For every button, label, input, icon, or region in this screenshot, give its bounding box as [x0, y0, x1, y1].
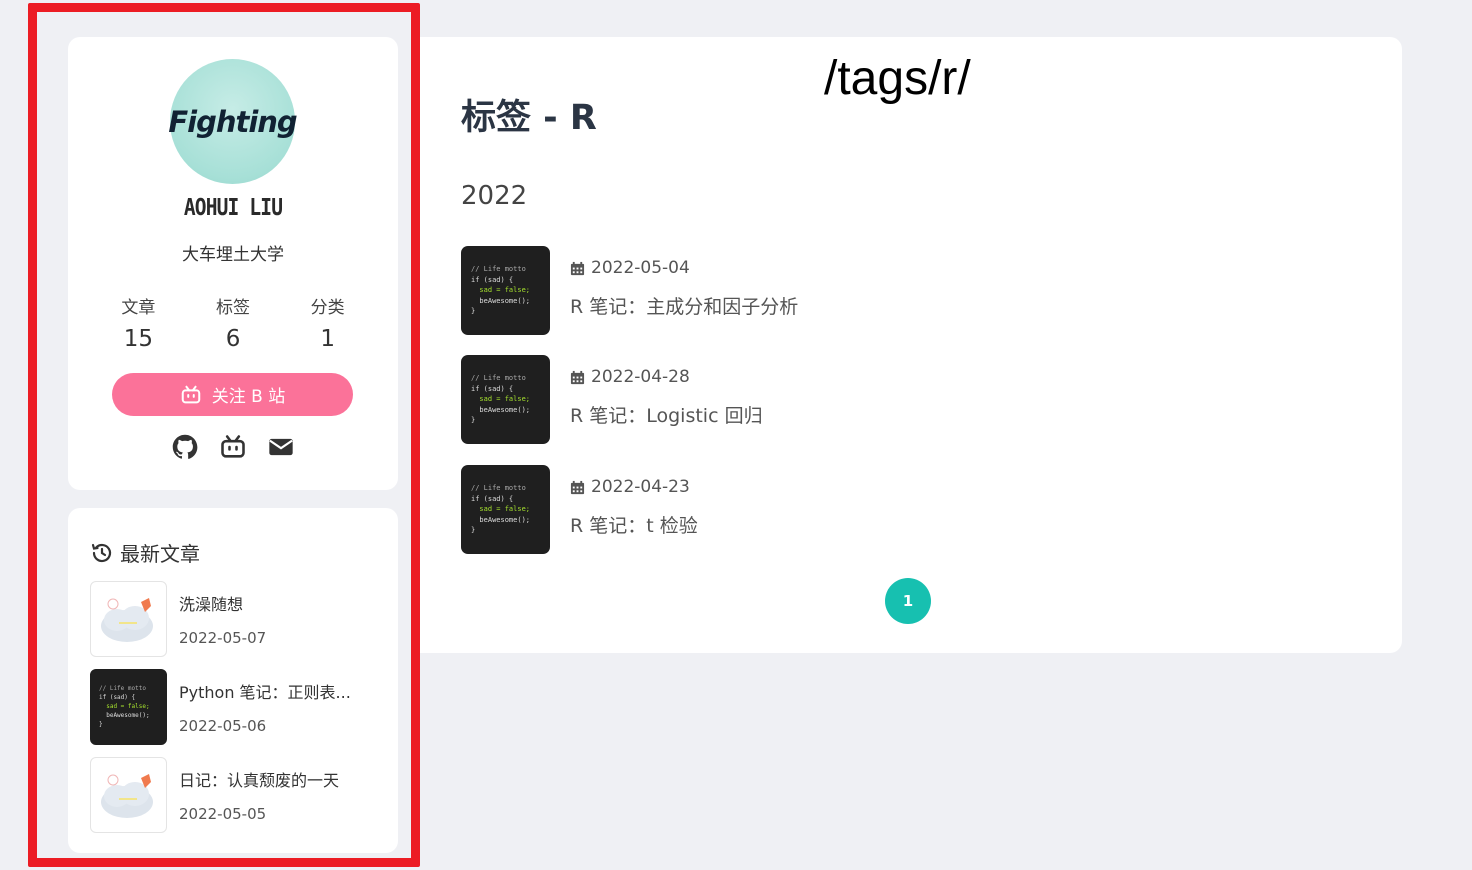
- recent-post-date: 2022-05-06: [179, 717, 267, 735]
- follow-bilibili-button[interactable]: 关注 B 站: [112, 373, 353, 416]
- stats-row: 文章 15 标签 6 分类 1: [91, 293, 375, 352]
- recent-post-date: 2022-05-07: [179, 629, 267, 647]
- stat-categories[interactable]: 分类 1: [280, 293, 375, 352]
- post-title[interactable]: R 笔记：Logistic 回归: [570, 401, 763, 428]
- post-date: 2022-04-28: [570, 367, 763, 387]
- post-thumbnail[interactable]: // Life motto if (sad) { sad = false; be…: [90, 669, 167, 745]
- post-title[interactable]: R 笔记：t 检验: [570, 511, 698, 538]
- post-date-text: 2022-04-23: [591, 477, 690, 497]
- author-name: AOHUI LIU: [183, 195, 283, 221]
- stat-label: 标签: [216, 298, 250, 318]
- post-date-text: 2022-05-04: [591, 258, 690, 278]
- stat-articles[interactable]: 文章 15: [91, 293, 186, 352]
- recent-post-title[interactable]: 洗澡随想: [179, 591, 369, 615]
- recent-post-title[interactable]: Python 笔记：正则表...: [179, 679, 369, 703]
- stat-tags[interactable]: 标签 6: [186, 293, 281, 352]
- post-thumbnail[interactable]: // Life motto if (sad) { sad = false; be…: [461, 465, 550, 554]
- recent-post-item[interactable]: 日记：认真颓废的一天 2022-05-05: [90, 757, 390, 833]
- stat-label: 分类: [310, 298, 345, 318]
- bilibili-icon: [181, 385, 201, 403]
- calendar-icon: [570, 370, 585, 384]
- post-title[interactable]: R 笔记：主成分和因子分析: [570, 292, 798, 319]
- pagination-current-page[interactable]: 1: [885, 578, 931, 624]
- history-icon: [91, 543, 112, 562]
- post-date: 2022-05-04: [570, 258, 798, 278]
- github-icon[interactable]: [171, 433, 199, 461]
- social-links: [68, 433, 398, 461]
- profile-card: Fighting AOHUI LIU 大车埋土大学 文章 15 标签 6 分类 …: [68, 37, 398, 490]
- url-overlay-text: /tags/r/: [824, 52, 971, 105]
- stat-value: 6: [225, 326, 241, 352]
- author-description: 大车埋土大学: [182, 245, 284, 265]
- post-thumbnail[interactable]: [90, 757, 167, 833]
- post-date-text: 2022-04-28: [591, 367, 690, 387]
- archive-post-item[interactable]: // Life motto if (sad) { sad = false; be…: [461, 246, 1161, 336]
- recent-post-title[interactable]: 日记：认真颓废的一天: [179, 767, 369, 791]
- avatar[interactable]: Fighting: [168, 59, 298, 184]
- stat-value: 1: [320, 326, 335, 352]
- tag-archive-card: 标签 - R /tags/r/ 2022 // Life motto if (s…: [420, 37, 1402, 653]
- post-date: 2022-04-23: [570, 477, 698, 497]
- post-thumbnail[interactable]: // Life motto if (sad) { sad = false; be…: [461, 246, 550, 335]
- post-thumbnail[interactable]: [90, 581, 167, 657]
- calendar-icon: [570, 261, 585, 275]
- stat-label: 文章: [121, 298, 156, 318]
- recent-post-date: 2022-05-05: [179, 805, 267, 823]
- recent-post-item[interactable]: 洗澡随想 2022-05-07: [90, 581, 390, 657]
- mail-icon[interactable]: [267, 433, 295, 461]
- avatar-text: Fighting: [168, 104, 297, 139]
- recent-post-item[interactable]: // Life motto if (sad) { sad = false; be…: [90, 669, 390, 745]
- recent-posts-header: 最新文章: [90, 538, 200, 567]
- recent-posts-card: 最新文章 洗澡随想 2022-05-07 // Life motto if (s…: [68, 508, 398, 853]
- bilibili-icon[interactable]: [219, 433, 247, 461]
- calendar-icon: [570, 480, 585, 494]
- post-thumbnail[interactable]: // Life motto if (sad) { sad = false; be…: [461, 355, 550, 444]
- page-title: 标签 - R: [461, 98, 597, 138]
- follow-button-label: 关注 B 站: [211, 387, 286, 407]
- stat-value: 15: [123, 326, 153, 352]
- archive-post-item[interactable]: // Life motto if (sad) { sad = false; be…: [461, 355, 1161, 445]
- archive-year: 2022: [461, 181, 528, 211]
- archive-post-item[interactable]: // Life motto if (sad) { sad = false; be…: [461, 465, 1161, 555]
- recent-posts-heading: 最新文章: [120, 542, 200, 566]
